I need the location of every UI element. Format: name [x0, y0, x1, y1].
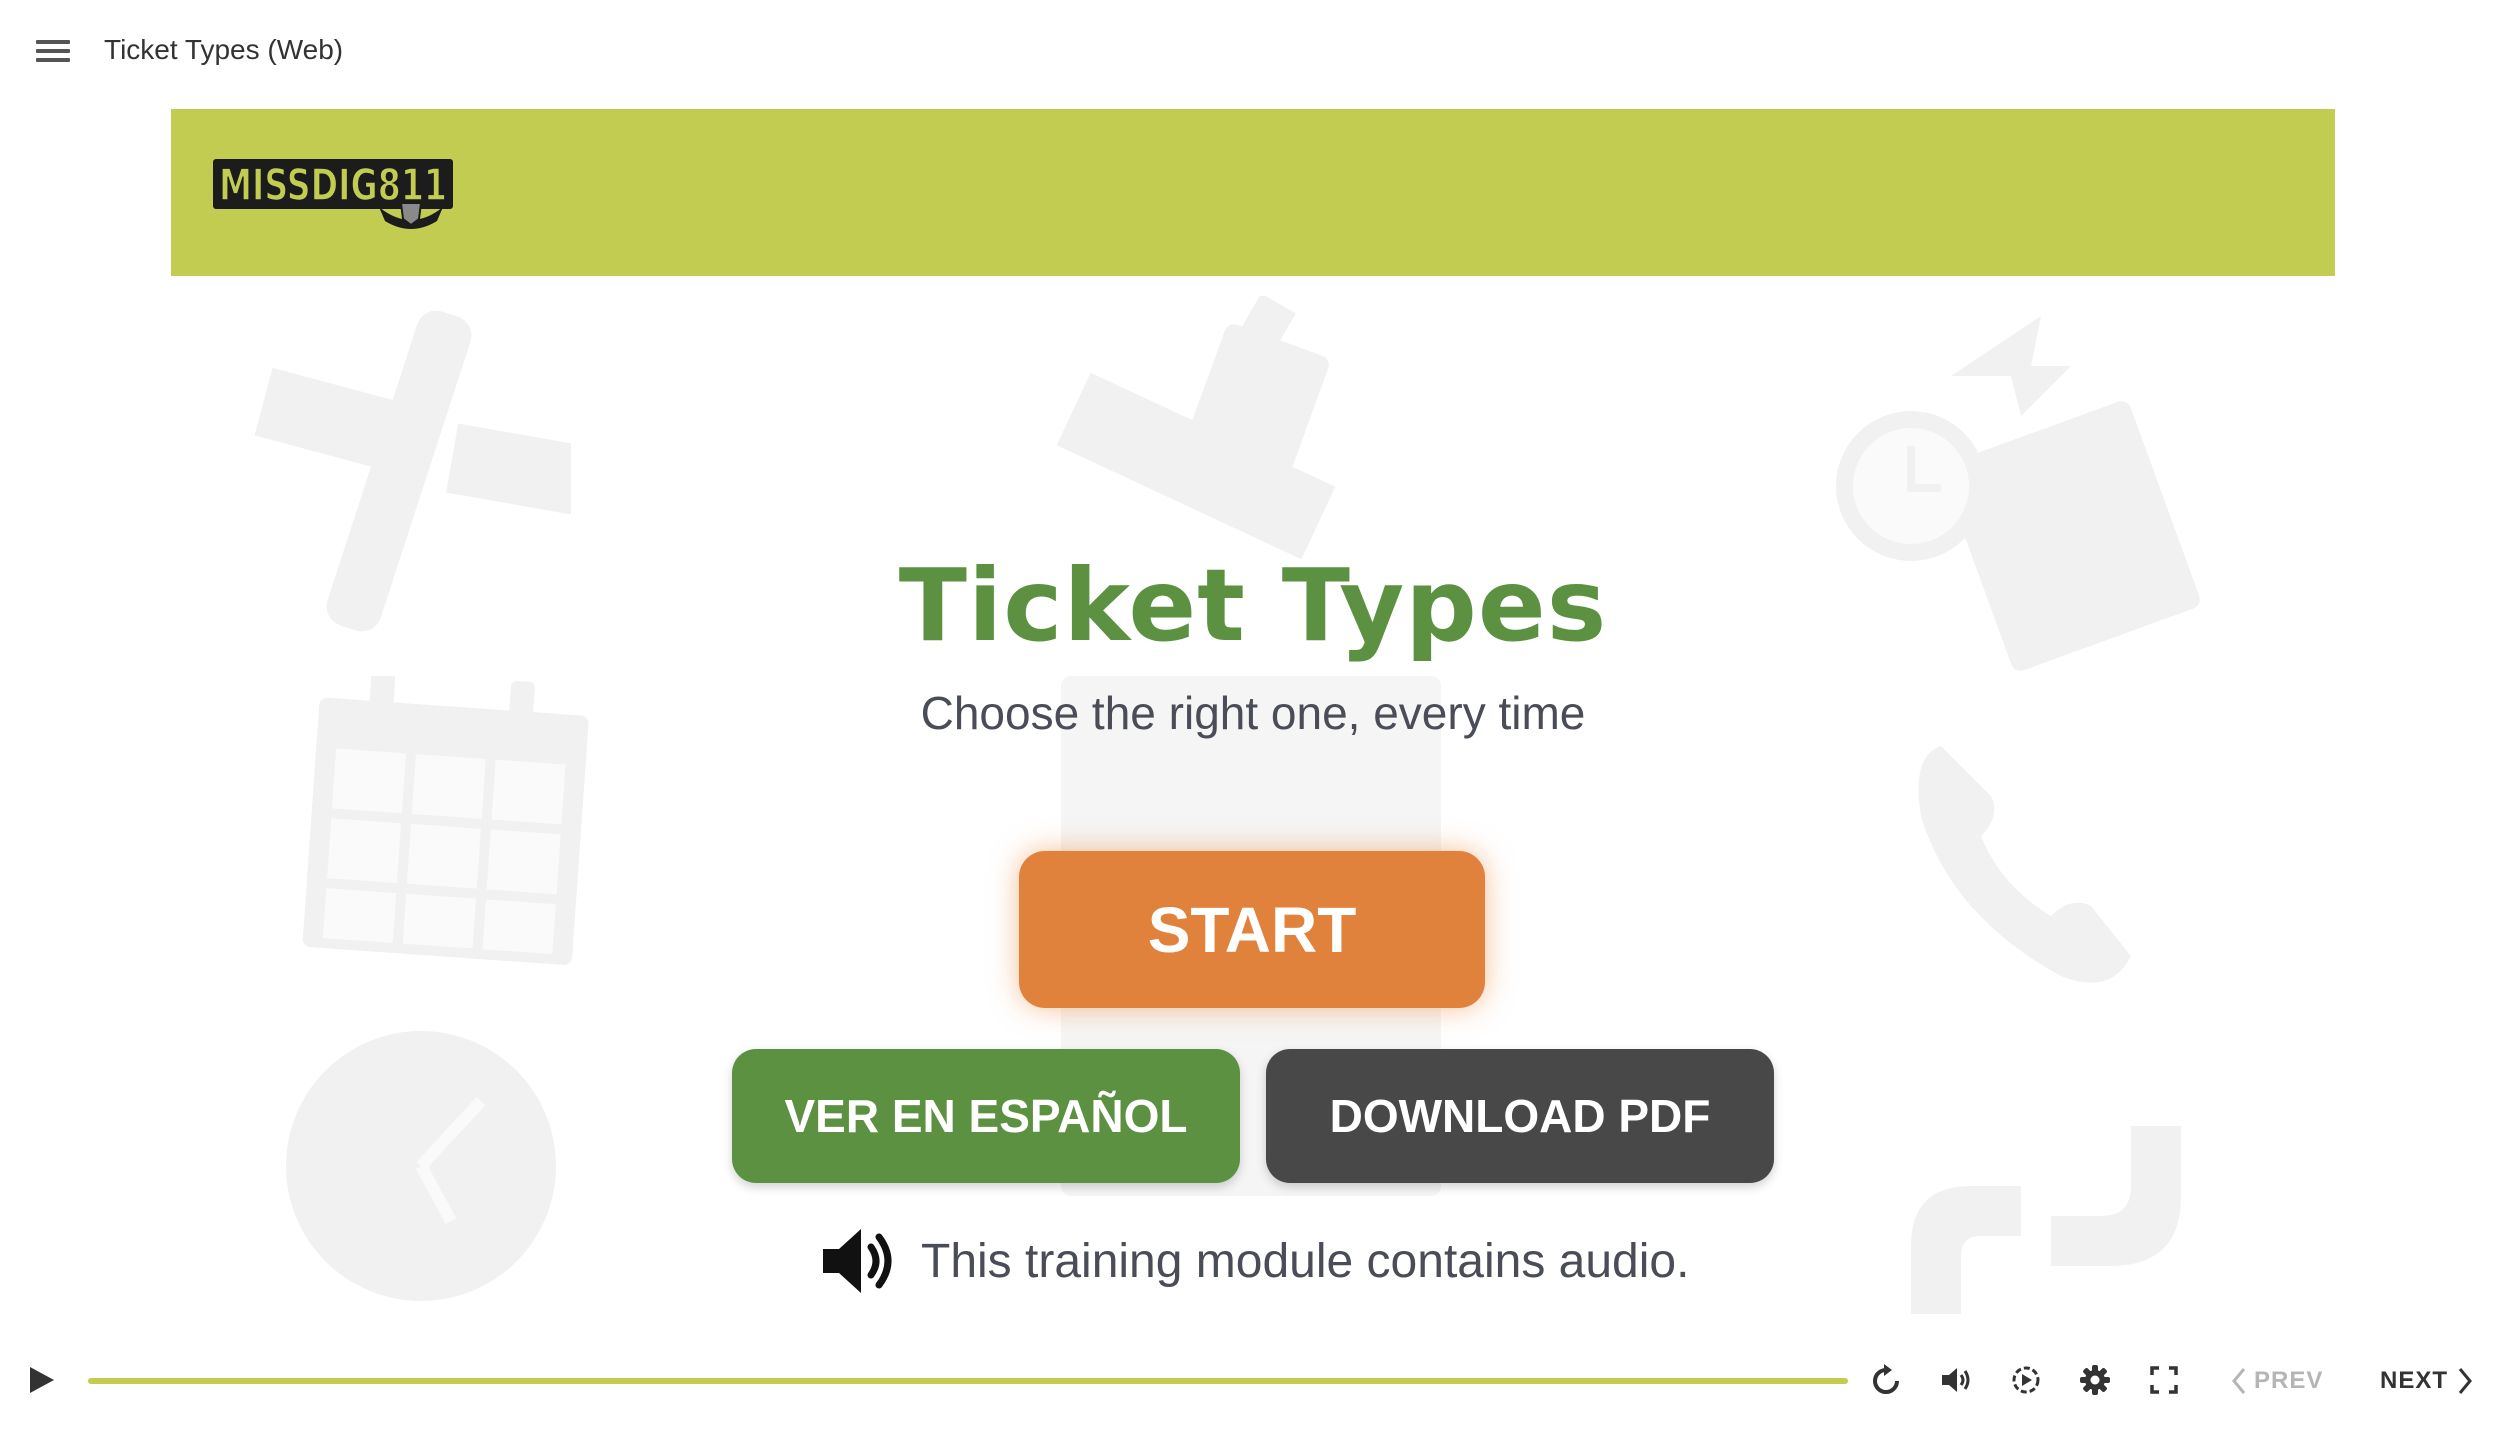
start-button[interactable]: START — [1019, 851, 1485, 1008]
play-icon[interactable] — [20, 1358, 64, 1402]
pipe-icon — [1911, 1126, 2181, 1314]
download-pdf-button[interactable]: DOWNLOAD PDF — [1266, 1049, 1774, 1183]
progress-bar[interactable] — [88, 1378, 1848, 1384]
chevron-right-icon — [2458, 1368, 2472, 1394]
next-label: NEXT — [2380, 1367, 2449, 1394]
menu-icon[interactable] — [36, 40, 70, 66]
slide-subtitle: Choose the right one, every time — [920, 687, 1586, 739]
clock-icon — [286, 1031, 556, 1301]
spanish-version-button[interactable]: VER EN ESPAÑOL — [732, 1049, 1240, 1183]
course-title: Ticket Types (Web) — [104, 34, 344, 65]
playback-speed-icon[interactable] — [2004, 1358, 2048, 1402]
speaker-icon — [823, 1229, 892, 1293]
prev-label: PREV — [2254, 1367, 2324, 1394]
player-controls: PREV NEXT — [0, 1330, 2500, 1432]
header-banner: MISSDIG811 — [171, 109, 2335, 276]
slide-title: Ticket Types — [898, 547, 1608, 664]
fullscreen-icon[interactable] — [2142, 1358, 2186, 1402]
chevron-left-icon — [2232, 1368, 2246, 1394]
background-illustrations — [171, 276, 2335, 1314]
replay-icon[interactable] — [1864, 1358, 1908, 1402]
phone-icon — [1918, 746, 2131, 983]
settings-icon[interactable] — [2073, 1358, 2117, 1402]
prev-button[interactable]: PREV — [2230, 1363, 2323, 1399]
audio-notice: This training module contains audio. — [819, 1221, 1689, 1301]
miss-dig-811-logo: MISSDIG811 — [213, 159, 453, 229]
top-bar: Ticket Types (Web) — [0, 0, 2500, 106]
audio-notice-text: This training module contains audio. — [921, 1234, 1690, 1288]
slide-stage: MISSDIG811 Ticket Types Choose the right… — [171, 109, 2335, 1314]
volume-icon[interactable] — [1934, 1358, 1978, 1402]
next-button[interactable]: NEXT — [2380, 1363, 2474, 1399]
